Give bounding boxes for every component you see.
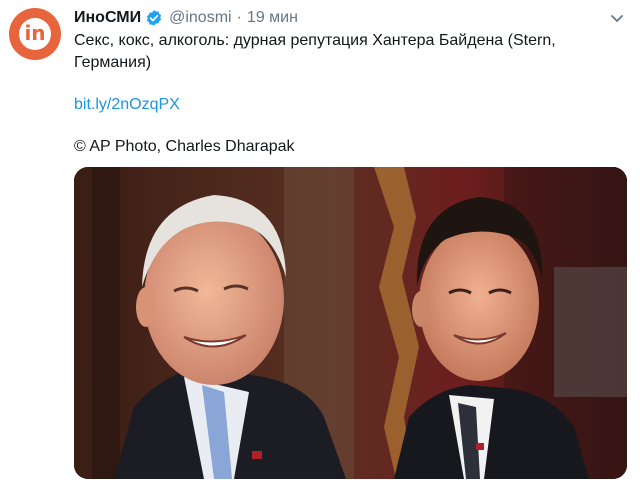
photo-illustration [74, 167, 627, 479]
photo-credit: © AP Photo, Charles Dharapak [74, 138, 295, 155]
tweet-header: ИноСМИ @inosmi · 19 мин [74, 7, 298, 29]
tweet-link[interactable]: bit.ly/2nOzqPX [74, 94, 180, 116]
verified-badge-icon [147, 10, 162, 26]
avatar[interactable]: in [9, 8, 61, 60]
display-name[interactable]: ИноСМИ [74, 9, 141, 27]
user-handle[interactable]: @inosmi [169, 9, 231, 27]
header-separator: · [236, 9, 242, 26]
tweet-text: Секс, кокс, алкоголь: дурная репутация Х… [74, 32, 556, 71]
tweet-timestamp[interactable]: 19 мин [247, 9, 298, 27]
avatar-logo-text: in [24, 21, 46, 45]
inosmi-logo-icon: in [19, 18, 51, 50]
tweet-photo[interactable] [74, 167, 627, 479]
chevron-down-icon[interactable] [609, 10, 625, 26]
